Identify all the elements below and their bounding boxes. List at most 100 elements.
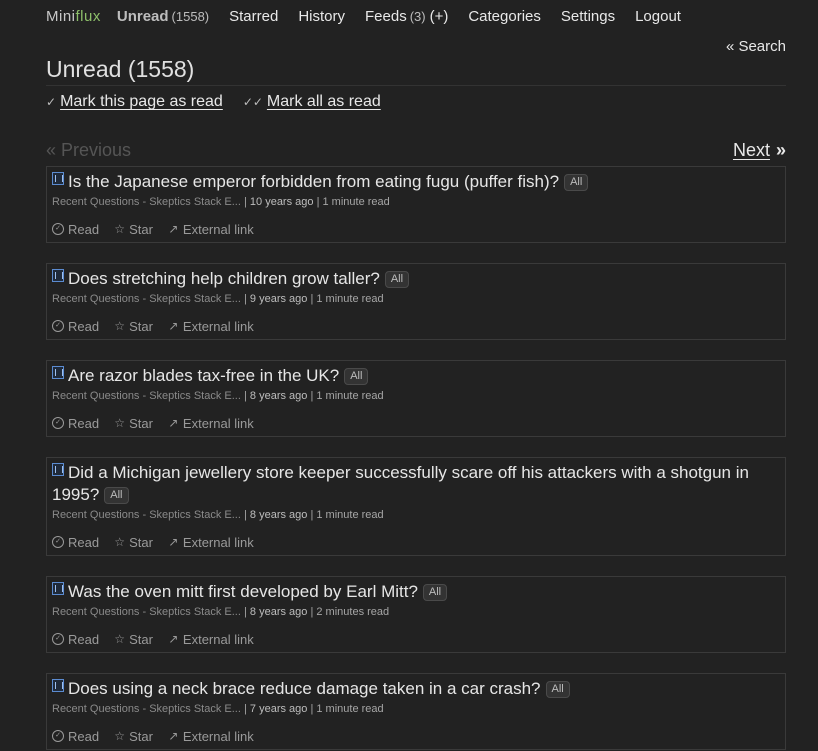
feed-favicon-icon	[52, 366, 64, 379]
mark-read-button[interactable]: ✓ Read	[52, 535, 99, 550]
entry-actions: ✓ Read ☆ Star ↗ External link	[52, 727, 780, 745]
mark-all-read-link[interactable]: Mark all as read	[267, 93, 381, 111]
star-icon: ☆	[114, 319, 125, 333]
nav-categories[interactable]: Categories	[468, 8, 541, 25]
nav-history[interactable]: History	[298, 8, 345, 25]
entry-feed-name[interactable]: Recent Questions - Skeptics Stack E...	[52, 390, 241, 402]
star-label: Star	[129, 534, 153, 550]
search-link[interactable]: « Search	[726, 38, 786, 55]
nav-logout[interactable]: Logout	[635, 8, 681, 25]
external-link-icon: ↗	[168, 535, 179, 549]
star-button[interactable]: ☆ Star	[113, 416, 153, 431]
entry-feed-name[interactable]: Recent Questions - Skeptics Stack E...	[52, 196, 241, 208]
nav-unread-label: Unread	[116, 8, 169, 25]
external-link-button[interactable]: ↗ External link	[167, 318, 254, 334]
check-circle-icon: ✓	[52, 320, 64, 332]
mark-read-label: Read	[68, 534, 100, 550]
mark-read-button[interactable]: ✓ Read	[52, 319, 99, 334]
entry-meta: Recent Questions - Skeptics Stack E... |…	[52, 703, 384, 715]
entry-title-link[interactable]: Does stretching help children grow talle…	[68, 269, 380, 288]
entry-actions: ✓ Read ☆ Star ↗ External link	[52, 533, 780, 551]
category-tag[interactable]: All	[422, 584, 448, 601]
category-tag[interactable]: All	[384, 271, 410, 288]
feed-favicon-icon	[52, 463, 64, 476]
external-link-button[interactable]: ↗ External link	[167, 535, 253, 550]
category-tag[interactable]: All	[344, 368, 369, 385]
check-circle-icon: ✓	[52, 730, 64, 742]
entry-actions: ✓ Read ☆ Star ↗ External link	[52, 220, 780, 238]
mark-read-button[interactable]: ✓ Read	[52, 222, 99, 237]
feed-favicon-icon	[52, 679, 64, 692]
category-tag[interactable]: All	[545, 681, 570, 698]
entry-actions: ✓ Read ☆ Star ↗ External link	[52, 317, 780, 335]
mark-page-read-link[interactable]: Mark this page as read	[60, 93, 223, 111]
nav-add-feed[interactable]: (+)	[430, 8, 449, 25]
mark-read-button[interactable]: ✓ Read	[52, 632, 99, 647]
nav-feeds-count: (3)	[409, 9, 426, 24]
entry-title-row: Does stretching help children grow talle…	[52, 268, 780, 290]
star-icon: ☆	[114, 222, 125, 236]
entry-time: 9 years ago	[249, 293, 308, 305]
entry-item: Did a Michigan jewellery store keeper su…	[46, 457, 786, 556]
entry-title-link[interactable]: Did a Michigan jewellery store keeper su…	[52, 463, 749, 504]
entry-feed-name[interactable]: Recent Questions - Skeptics Stack E...	[52, 703, 241, 715]
check-circle-icon: ✓	[52, 223, 64, 235]
entry-title-link[interactable]: Is the Japanese emperor forbidden from e…	[68, 172, 559, 191]
next-page-link[interactable]: Next	[733, 140, 770, 160]
entry-list: Is the Japanese emperor forbidden from e…	[46, 166, 786, 750]
entry-title-row: Is the Japanese emperor forbidden from e…	[52, 171, 780, 193]
star-icon: ☆	[114, 632, 125, 646]
star-icon: ☆	[114, 535, 125, 549]
external-link-button[interactable]: ↗ External link	[167, 415, 254, 431]
mark-read-button[interactable]: ✓ Read	[52, 416, 99, 431]
entry-meta: Recent Questions - Skeptics Stack E... |…	[52, 390, 384, 402]
entry-title-link[interactable]: Was the oven mitt first developed by Ear…	[68, 582, 418, 601]
entry-item: Does using a neck brace reduce damage ta…	[46, 673, 786, 750]
entry-title-link[interactable]: Are razor blades tax-free in the UK?	[68, 366, 339, 385]
category-tag[interactable]: All	[104, 487, 129, 504]
nav-unread[interactable]: Unread (1558)	[117, 8, 209, 25]
entry-feed-name[interactable]: Recent Questions - Skeptics Stack E...	[52, 509, 241, 521]
star-label: Star	[129, 221, 153, 237]
category-tag[interactable]: All	[564, 174, 589, 191]
feed-favicon-icon	[52, 582, 64, 595]
entry-item: Was the oven mitt first developed by Ear…	[46, 576, 786, 653]
entry-reading-time: 1 minute read	[316, 703, 384, 715]
star-button[interactable]: ☆ Star	[113, 535, 153, 550]
nav-starred[interactable]: Starred	[229, 8, 278, 25]
nav-settings[interactable]: Settings	[561, 8, 615, 25]
entry-reading-time: 1 minute read	[316, 293, 384, 305]
app-logo[interactable]: Miniflux	[46, 8, 101, 25]
external-link-button[interactable]: ↗ External link	[167, 222, 253, 237]
entry-title-row: Are razor blades tax-free in the UK? All	[52, 365, 780, 387]
external-link-label: External link	[182, 318, 254, 334]
entry-title-link[interactable]: Does using a neck brace reduce damage ta…	[68, 679, 541, 698]
star-button[interactable]: ☆ Star	[113, 222, 153, 237]
star-button[interactable]: ☆ Star	[113, 632, 153, 647]
entry-feed-name[interactable]: Recent Questions - Skeptics Stack E...	[52, 293, 241, 305]
external-link-label: External link	[182, 415, 254, 431]
external-link-icon: ↗	[168, 222, 179, 236]
nav-feeds-label: Feeds	[365, 8, 407, 25]
entry-meta: Recent Questions - Skeptics Stack E... |…	[52, 196, 390, 208]
entry-reading-time: 2 minutes read	[316, 606, 390, 618]
next-page: Next»	[733, 140, 786, 166]
star-icon: ☆	[114, 729, 125, 743]
mark-read-button[interactable]: ✓ Read	[52, 729, 99, 744]
external-link-button[interactable]: ↗ External link	[167, 632, 253, 647]
entry-feed-name[interactable]: Recent Questions - Skeptics Stack E...	[52, 606, 241, 618]
entry-item: Is the Japanese emperor forbidden from e…	[46, 166, 786, 243]
feed-favicon-icon	[52, 269, 64, 282]
nav-feeds[interactable]: Feeds (3) (+)	[365, 8, 448, 25]
entry-meta: Recent Questions - Skeptics Stack E... |…	[52, 606, 390, 618]
star-button[interactable]: ☆ Star	[113, 319, 153, 334]
star-label: Star	[129, 318, 153, 334]
check-circle-icon: ✓	[52, 633, 64, 645]
entry-time: 7 years ago	[249, 703, 308, 715]
star-button[interactable]: ☆ Star	[113, 729, 153, 744]
pagination: « Previous Next»	[46, 140, 786, 167]
entry-time: 8 years ago	[249, 390, 308, 402]
star-icon: ☆	[114, 416, 125, 430]
external-link-button[interactable]: ↗ External link	[167, 729, 253, 744]
page-title: Unread (1558)	[46, 56, 786, 86]
